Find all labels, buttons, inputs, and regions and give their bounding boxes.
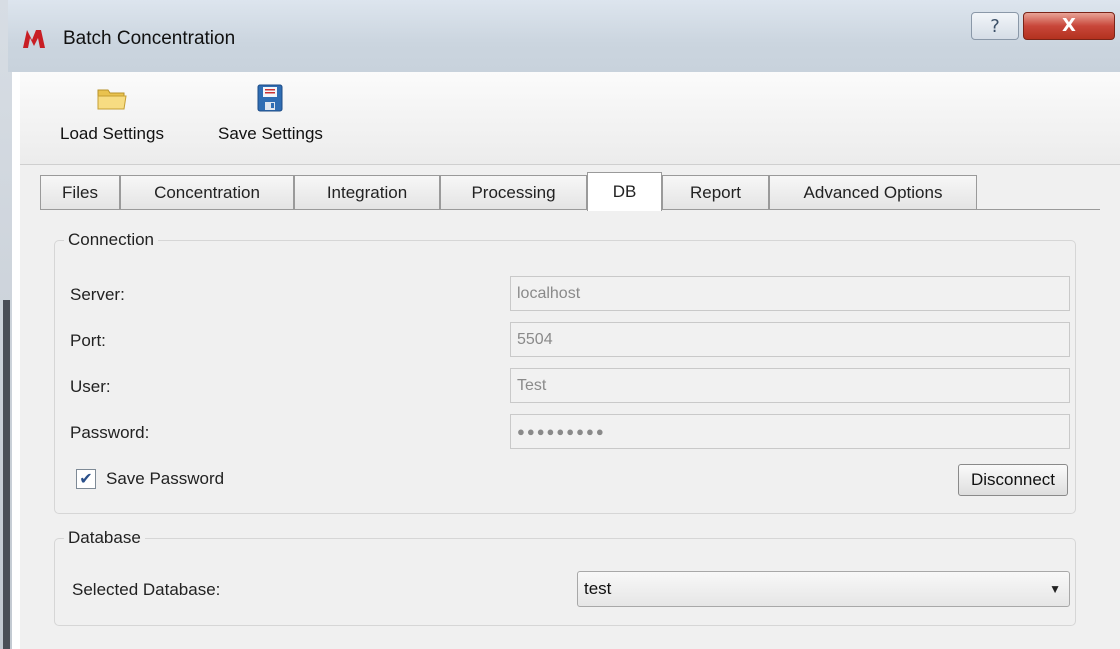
- batch-concentration-window: Batch Concentration ? X Load Settings Sa…: [8, 0, 1120, 649]
- title-bar[interactable]: Batch Concentration ? X: [8, 0, 1120, 72]
- help-button[interactable]: ?: [971, 12, 1019, 40]
- load-settings-label: Load Settings: [60, 124, 164, 143]
- load-settings-button[interactable]: Load Settings: [60, 82, 164, 144]
- connection-group-title: Connection: [64, 230, 159, 250]
- toolbar: Load Settings Save Settings: [20, 72, 1120, 165]
- tab-processing[interactable]: Processing: [440, 175, 587, 209]
- save-password-checkbox[interactable]: ✔: [76, 469, 96, 489]
- tab-integration[interactable]: Integration: [294, 175, 440, 209]
- user-field[interactable]: Test: [510, 368, 1070, 403]
- save-settings-label: Save Settings: [218, 124, 323, 143]
- dropdown-arrow-icon[interactable]: ▼: [1049, 572, 1061, 606]
- close-button[interactable]: X: [1023, 12, 1115, 40]
- server-label: Server:: [70, 285, 125, 304]
- folder-icon: [97, 89, 127, 110]
- database-group-title: Database: [64, 528, 145, 548]
- selected-database-label: Selected Database:: [72, 580, 221, 599]
- tab-db[interactable]: DB: [587, 172, 662, 211]
- window-title: Batch Concentration: [63, 28, 236, 49]
- save-settings-button[interactable]: Save Settings: [218, 82, 323, 144]
- disconnect-button[interactable]: Disconnect: [958, 464, 1068, 496]
- tab-advanced-options[interactable]: Advanced Options: [769, 175, 977, 209]
- db-tab-panel: Connection Server: localhost Port: 5504 …: [40, 210, 1100, 649]
- password-field[interactable]: ●●●●●●●●●: [510, 414, 1070, 449]
- database-select[interactable]: test ▼: [577, 571, 1070, 607]
- server-field[interactable]: localhost: [510, 276, 1070, 311]
- tab-report[interactable]: Report: [662, 175, 769, 209]
- port-label: Port:: [70, 331, 106, 350]
- tab-files[interactable]: Files: [40, 175, 120, 209]
- app-logo-icon: [23, 30, 45, 48]
- floppy-disk-icon: [257, 84, 283, 112]
- port-field[interactable]: 5504: [510, 322, 1070, 357]
- window-client-area: Load Settings Save Settings Files Concen…: [20, 72, 1120, 649]
- password-label: Password:: [70, 423, 150, 442]
- database-select-value: test: [584, 579, 612, 598]
- save-password-label[interactable]: Save Password: [106, 469, 224, 489]
- tab-concentration[interactable]: Concentration: [120, 175, 294, 209]
- checkmark-icon: ✔: [79, 469, 93, 488]
- user-label: User:: [70, 377, 111, 396]
